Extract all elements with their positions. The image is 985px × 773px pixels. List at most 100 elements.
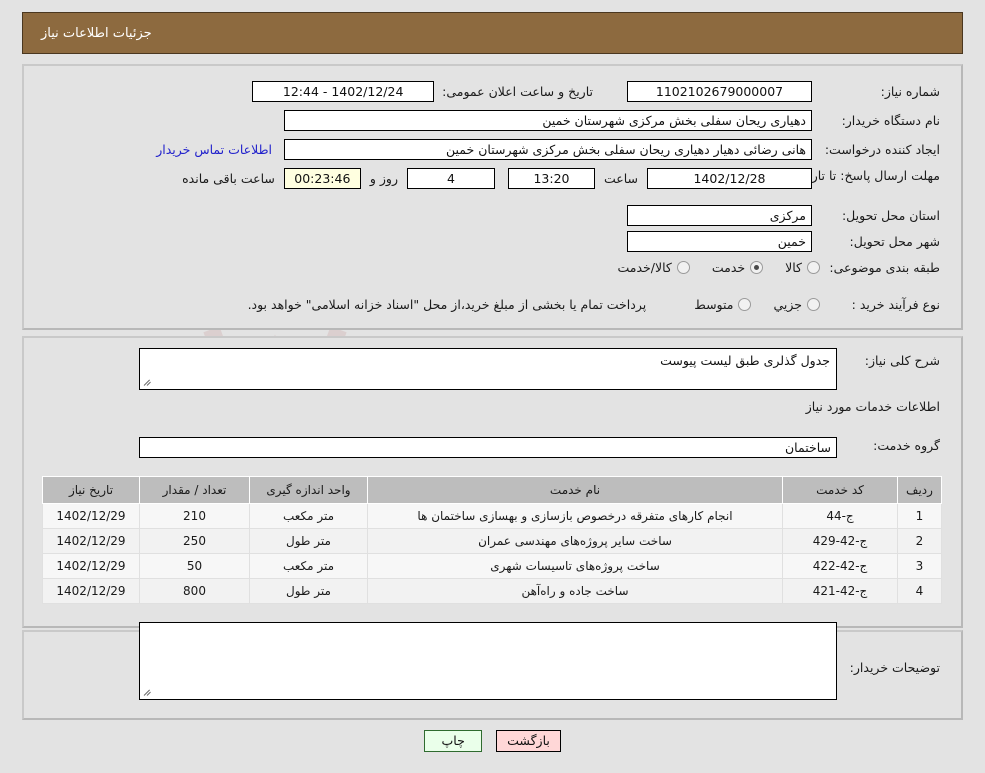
city-value: خمین xyxy=(627,231,812,252)
th-row-no: ردیف xyxy=(897,476,942,504)
buyer-notes-textarea[interactable] xyxy=(139,622,837,700)
table-header-row: ردیف کد خدمت نام خدمت واحد اندازه گیری ت… xyxy=(42,476,942,504)
table-row: 3 ج-42-422 ساخت پروژه‌های تاسیسات شهری م… xyxy=(42,553,942,579)
services-table: ردیف کد خدمت نام خدمت واحد اندازه گیری ت… xyxy=(42,476,942,604)
back-button[interactable]: بازگشت xyxy=(496,730,561,752)
radio-kala-icon[interactable] xyxy=(807,261,820,274)
deadline-row: 1402/12/28 ساعت 13:20 4 روز و 00:23:46 س… xyxy=(182,168,812,189)
cell-code: ج-42-422 xyxy=(782,553,898,579)
th-unit: واحد اندازه گیری xyxy=(249,476,368,504)
radio-jozi-icon[interactable] xyxy=(807,298,820,311)
cell-code: ج-44 xyxy=(782,503,898,529)
cell-date: 1402/12/29 xyxy=(42,578,140,604)
radio-kala-khedmat-icon[interactable] xyxy=(676,261,690,274)
process-option-motavaset[interactable]: متوسط xyxy=(694,297,752,312)
process-label: نوع فرآیند خرید : xyxy=(851,297,940,312)
services-table-wrap: ردیف کد خدمت نام خدمت واحد اندازه گیری ت… xyxy=(42,476,942,604)
th-name: نام خدمت xyxy=(367,476,783,504)
cell-qty: 250 xyxy=(139,528,250,554)
cell-row-no: 1 xyxy=(897,503,942,529)
services-info-title: اطلاعات خدمات مورد نیاز xyxy=(805,399,940,414)
countdown-value: 00:23:46 xyxy=(283,168,361,189)
process-option-motavaset-label: متوسط xyxy=(694,297,734,312)
radio-motavaset-icon[interactable] xyxy=(738,298,752,311)
radio-khedmat-icon[interactable] xyxy=(750,261,764,274)
deadline-label: مهلت ارسال پاسخ: تا تاریخ: xyxy=(795,168,940,183)
buyer-org-row: نام دستگاه خریدار: دهیاری ریحان سفلی بخش… xyxy=(284,110,940,131)
th-qty: تعداد / مقدار xyxy=(139,476,250,504)
print-button[interactable]: چاپ xyxy=(424,730,483,752)
province-label: استان محل تحویل: xyxy=(841,208,940,223)
city-row: شهر محل تحویل: خمین xyxy=(627,231,940,252)
announce-value: 12:44 - 1402/12/24 xyxy=(252,81,435,102)
category-label: طبقه بندی موضوعی: xyxy=(829,260,940,275)
days-label: روز و xyxy=(369,171,398,186)
remaining-label: ساعت باقی مانده xyxy=(182,171,275,186)
page-title: جزئیات اطلاعات نیاز xyxy=(41,25,152,41)
general-desc-textarea[interactable]: جدول گذلری طبق لیست پیوست xyxy=(139,348,837,390)
province-row: استان محل تحویل: مرکزی xyxy=(627,205,940,226)
cell-name: ساخت سایر پروژه‌های مهندسی عمران xyxy=(367,528,783,554)
buyer-notes-label: توضیحات خریدار: xyxy=(849,660,940,675)
cell-date: 1402/12/29 xyxy=(42,553,140,579)
cell-row-no: 2 xyxy=(897,528,942,554)
hour-label: ساعت xyxy=(603,171,638,186)
general-desc-row: شرح کلی نیاز: xyxy=(840,350,940,368)
cell-name: انجام کارهای متفرقه درخصوص بازسازی و بهس… xyxy=(367,503,783,529)
city-label: شهر محل تحویل: xyxy=(849,234,940,249)
buyer-org-label: نام دستگاه خریدار: xyxy=(841,113,940,128)
need-number-row: شماره نیاز: 1102102679000007 xyxy=(627,81,940,102)
category-row: طبقه بندی موضوعی: کالا خدمت کالا/خدمت xyxy=(595,260,940,275)
cell-date: 1402/12/29 xyxy=(42,503,140,529)
category-option-khedmat-label: خدمت xyxy=(711,260,746,275)
cell-qty: 210 xyxy=(139,503,250,529)
days-remaining-value: 4 xyxy=(406,168,495,189)
table-row: 4 ج-42-421 ساخت جاده و راه‌آهن متر طول 8… xyxy=(42,578,942,604)
page-root: AriaTender.net جزئیات اطلاعات نیاز شماره… xyxy=(0,0,985,773)
buyer-org-value: دهیاری ریحان سفلی بخش مرکزی شهرستان خمین xyxy=(284,110,812,131)
th-date: تاریخ نیاز xyxy=(42,476,140,504)
cell-date: 1402/12/29 xyxy=(42,528,140,554)
category-option-kala-label: کالا xyxy=(785,260,802,275)
need-number-value: 1102102679000007 xyxy=(627,81,812,102)
cell-unit: متر مکعب xyxy=(249,503,368,529)
creator-label: ایجاد کننده درخواست: xyxy=(824,142,940,157)
general-desc-value: جدول گذلری طبق لیست پیوست xyxy=(660,353,830,368)
process-option-jozi-label: جزیي xyxy=(773,297,802,312)
need-number-label: شماره نیاز: xyxy=(880,84,940,99)
process-row: نوع فرآیند خرید : جزیي متوسط پرداخت تمام… xyxy=(248,297,940,312)
cell-unit: متر طول xyxy=(249,528,368,554)
category-option-kala-khedmat-label: کالا/خدمت xyxy=(617,260,672,275)
cell-unit: متر طول xyxy=(249,578,368,604)
header-bar: جزئیات اطلاعات نیاز xyxy=(22,12,963,54)
category-option-khedmat[interactable]: خدمت xyxy=(711,260,764,275)
cell-code: ج-42-421 xyxy=(782,578,898,604)
resize-grip-icon[interactable] xyxy=(143,377,153,387)
announce-label: تاریخ و ساعت اعلان عمومی: xyxy=(442,84,593,99)
province-value: مرکزی xyxy=(627,205,812,226)
deadline-time-value: 13:20 xyxy=(507,168,595,189)
process-note: پرداخت تمام یا بخشی از مبلغ خرید،از محل … xyxy=(247,297,647,312)
cell-row-no: 4 xyxy=(897,578,942,604)
creator-row: ایجاد کننده درخواست: هانی رضائی دهیار ده… xyxy=(156,139,940,160)
table-row: 1 ج-44 انجام کارهای متفرقه درخصوص بازساز… xyxy=(42,503,942,529)
resize-grip-icon[interactable] xyxy=(143,687,153,697)
action-bar: بازگشت چاپ xyxy=(0,730,985,752)
process-option-jozi[interactable]: جزیي xyxy=(773,297,820,312)
category-option-kala[interactable]: کالا xyxy=(785,260,820,275)
creator-value: هانی رضائی دهیار دهیاری ریحان سفلی بخش م… xyxy=(284,139,812,160)
th-code: کد خدمت xyxy=(782,476,898,504)
service-group-label: گروه خدمت: xyxy=(873,438,940,453)
cell-row-no: 3 xyxy=(897,553,942,579)
need-info-panel xyxy=(22,64,963,330)
cell-code: ج-42-429 xyxy=(782,528,898,554)
announce-row: تاریخ و ساعت اعلان عمومی: 12:44 - 1402/1… xyxy=(252,81,593,102)
category-option-kala-khedmat[interactable]: کالا/خدمت xyxy=(617,260,690,275)
deadline-date-value: 1402/12/28 xyxy=(647,168,812,189)
general-desc-label: شرح کلی نیاز: xyxy=(864,353,940,368)
buyer-contact-link[interactable]: اطلاعات تماس خریدار xyxy=(156,142,272,157)
service-group-value: ساختمان xyxy=(139,437,837,458)
cell-name: ساخت پروژه‌های تاسیسات شهری xyxy=(367,553,783,579)
cell-unit: متر مکعب xyxy=(249,553,368,579)
cell-qty: 800 xyxy=(139,578,250,604)
